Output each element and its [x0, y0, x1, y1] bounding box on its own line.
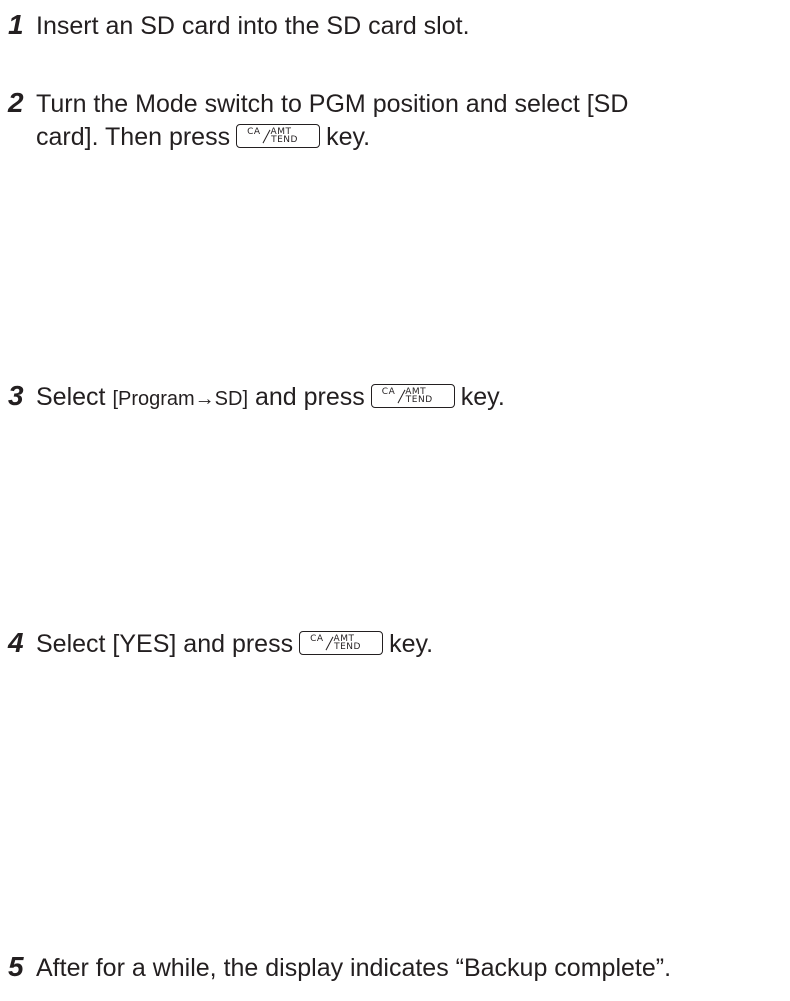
- menu-item-program-to-sd: [Program→SD]: [112, 388, 249, 410]
- step-number: 4: [8, 627, 24, 658]
- ca-amt-tend-key-icon: CA AMT TEND: [370, 384, 455, 409]
- step-number: 5: [8, 951, 24, 982]
- step-text: After for a while, the display indicates…: [36, 954, 672, 982]
- step-4: 4 Select [YES] and press CA AMT TEND key.: [8, 626, 783, 661]
- step-number: 2: [8, 87, 24, 118]
- step-text: Turn the Mode switch to PGM position and…: [36, 90, 629, 118]
- step-5: 5 After for a while, the display indicate…: [8, 950, 783, 985]
- step-text-key-suffix: key.: [326, 123, 371, 151]
- step-2: 2 Turn the Mode switch to PGM position an…: [8, 86, 783, 154]
- step-text-key-suffix: key.: [389, 630, 434, 658]
- ca-amt-tend-key-icon: CA AMT TEND: [299, 631, 384, 656]
- step-text: Select: [36, 383, 106, 411]
- step-text-continued: and press: [254, 383, 365, 411]
- step-text-continued: card]. Then press: [36, 123, 231, 151]
- step-3: 3 Select [Program→SD] and press CA AMT TEND…: [8, 379, 783, 416]
- ca-amt-tend-key-icon: CA AMT TEND: [236, 124, 321, 149]
- step-number: 1: [8, 9, 24, 40]
- step-text: Insert an SD card into the SD card slot.: [36, 12, 470, 40]
- step-1: 1 Insert an SD card into the SD card slot…: [8, 8, 783, 43]
- step-text-key-suffix: key.: [460, 383, 505, 411]
- step-text: Select [YES] and press: [36, 630, 294, 658]
- step-number: 3: [8, 380, 24, 411]
